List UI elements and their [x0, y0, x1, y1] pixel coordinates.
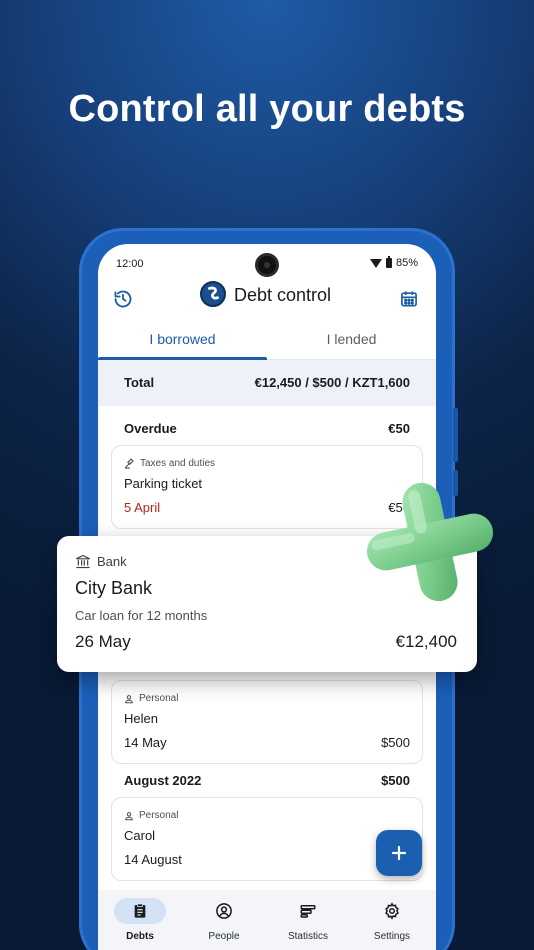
plus-icon: [391, 845, 407, 861]
debt-card-helen[interactable]: Personal Helen 14 May $500: [111, 680, 423, 764]
nav-debts[interactable]: Debts: [98, 898, 182, 950]
camera-cutout: [255, 253, 279, 277]
tab-i-lended[interactable]: I lended: [267, 324, 436, 360]
category-label: Personal: [139, 693, 179, 704]
add-debt-button[interactable]: [376, 830, 422, 876]
promo-headline: Control all your debts: [68, 88, 466, 130]
calendar-icon: [401, 291, 417, 307]
nav-indicator: [282, 898, 334, 924]
debt-category: Personal: [124, 810, 178, 821]
history-icon: [114, 290, 132, 308]
debt-amount: $500: [381, 735, 410, 750]
total-label: Total: [124, 375, 155, 390]
group-header-overdue: Overdue €50: [98, 421, 436, 443]
clipboard-icon: [134, 903, 146, 918]
person-icon: [125, 811, 133, 820]
status-indicators: 85%: [369, 256, 418, 269]
nav-label: Statistics: [287, 931, 328, 942]
group-amount: €50: [388, 421, 410, 436]
nav-label: Settings: [373, 931, 411, 942]
tab-bar: I borrowed I lended: [98, 324, 436, 360]
debt-date: 14 May: [124, 735, 167, 750]
debt-date: 14 August: [124, 852, 182, 867]
nav-settings[interactable]: Settings: [350, 898, 434, 950]
total-summary: Total €12,450 / $500 / KZT1,600: [98, 360, 436, 406]
tab-i-borrowed[interactable]: I borrowed: [98, 324, 267, 360]
gavel-icon: [124, 458, 134, 469]
nav-indicator: [366, 898, 418, 924]
debt-category: Bank: [75, 554, 127, 569]
nav-statistics[interactable]: Statistics: [266, 898, 350, 950]
logo-icon: [207, 286, 219, 300]
group-amount: $500: [381, 773, 410, 788]
battery-icon: [385, 256, 392, 268]
nav-people[interactable]: People: [182, 898, 266, 950]
group-title: Overdue: [124, 421, 177, 436]
group-title: August 2022: [124, 773, 202, 788]
gear-icon: [385, 902, 399, 920]
debt-date: 26 May: [75, 632, 131, 651]
battery-level: 85%: [395, 257, 418, 269]
category-label: Bank: [97, 554, 127, 569]
wifi-icon: [369, 258, 382, 268]
nav-label: People: [208, 931, 240, 942]
app-logo: [200, 281, 226, 307]
debt-amount: €12,400: [395, 632, 457, 651]
bank-icon: [76, 554, 90, 569]
debt-category: Taxes and duties: [124, 458, 215, 469]
status-time: 12:00: [116, 258, 144, 270]
history-button[interactable]: [108, 284, 138, 314]
calendar-button[interactable]: [394, 284, 424, 314]
debt-description: Car loan for 12 months: [75, 608, 208, 623]
nav-indicator: [198, 898, 250, 924]
app-title: Debt control: [234, 285, 332, 305]
debt-date: 5 April: [124, 500, 161, 515]
bottom-navigation: Debts People Statistics Settings: [98, 890, 436, 950]
debt-name: Carol: [124, 828, 156, 843]
decorative-plus-icon: [366, 482, 494, 602]
debt-category: Personal: [124, 693, 178, 704]
category-label: Taxes and duties: [140, 458, 216, 469]
debt-name: Helen: [124, 711, 158, 726]
phone-side-button: [453, 408, 458, 462]
debt-name: City Bank: [75, 578, 153, 598]
debt-name: Parking ticket: [124, 476, 203, 491]
nav-label: Debts: [126, 931, 154, 942]
nav-indicator: [114, 898, 166, 924]
person-icon: [125, 694, 133, 703]
app-bar: Debt control: [98, 278, 436, 322]
statistics-icon: [300, 905, 316, 918]
group-header-august-2022: August 2022 $500: [98, 773, 436, 795]
category-label: Personal: [139, 810, 179, 821]
person-circle-icon: [216, 903, 232, 919]
total-value: €12,450 / $500 / KZT1,600: [254, 375, 410, 390]
